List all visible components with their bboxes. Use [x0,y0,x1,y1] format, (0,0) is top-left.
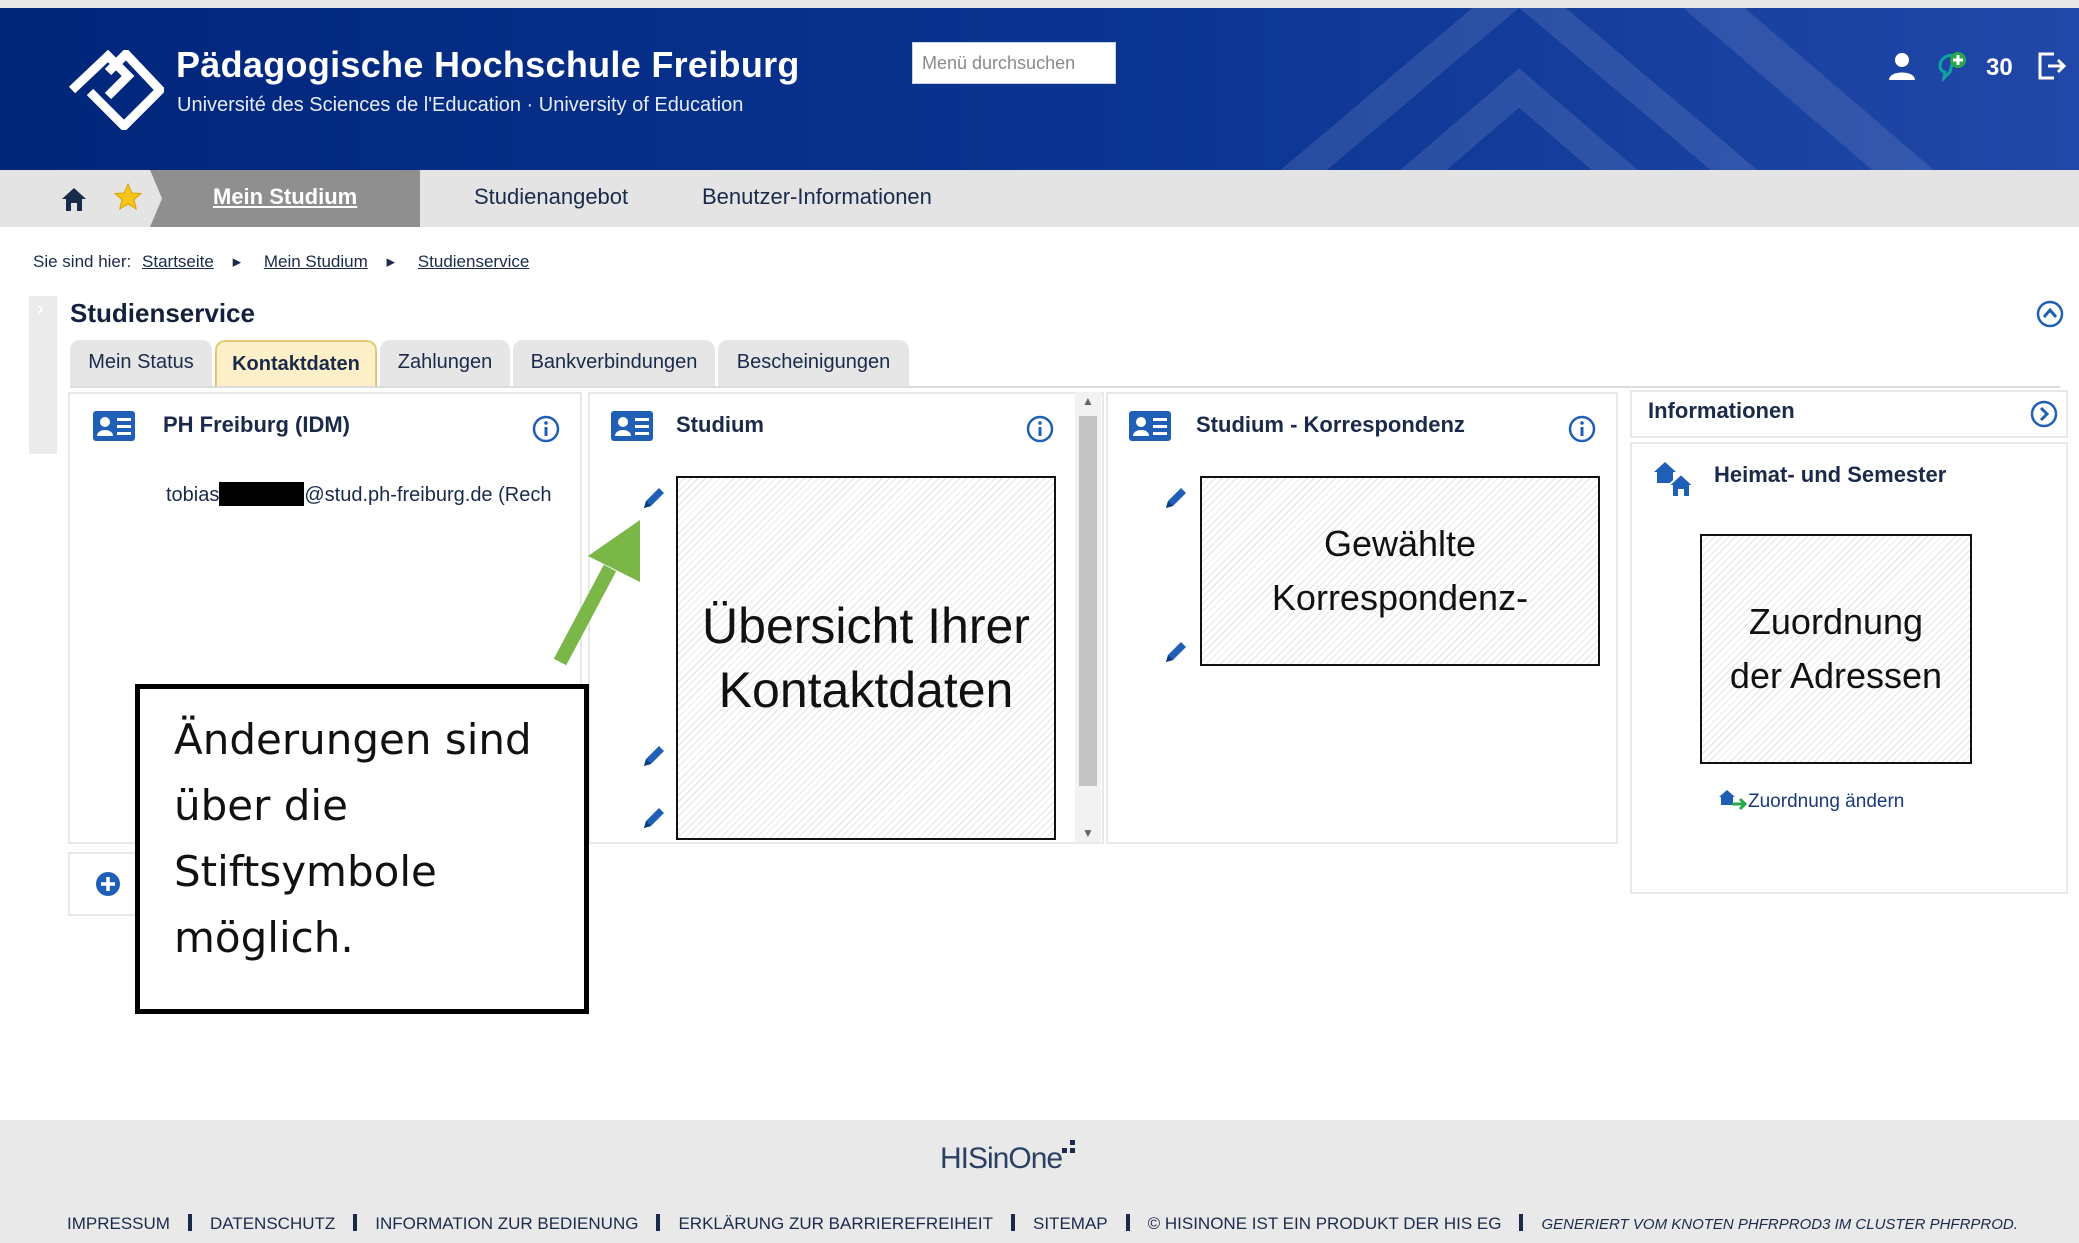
ph-logo-icon[interactable] [68,50,164,130]
contact-card-icon [93,411,135,441]
edit-pencil-icon[interactable] [1162,484,1190,512]
contact-card-icon [611,411,653,441]
nav-item-mein-studium[interactable]: Mein Studium [150,170,420,227]
breadcrumb-studienservice[interactable]: Studienservice [418,252,530,271]
email-prefix: tobias [166,484,220,506]
breadcrumb-startseite[interactable]: Startseite [142,252,214,271]
breadcrumb-separator-icon: ▸ [232,252,242,271]
add-circle-icon[interactable] [94,870,122,898]
contact-card-icon [1129,411,1171,441]
star-icon[interactable] [113,182,143,212]
scrollbar-thumb[interactable] [1079,416,1097,786]
edit-pencil-icon[interactable] [640,484,668,512]
annotation-callout: Änderungen sind über die Stiftsymbole mö… [135,684,589,1014]
breadcrumb-prefix: Sie sind hier: [33,252,132,271]
tab-kontaktdaten[interactable]: Kontaktdaten [215,340,377,386]
card-korrespondenz-title: Studium - Korrespondenz [1196,412,1465,437]
page-title: Studienservice [70,298,255,328]
tab-mein-status[interactable]: Mein Status [70,340,212,386]
person-icon[interactable] [1886,50,1918,82]
nav-item-studienangebot[interactable]: Studienangebot [474,184,628,210]
zuordnung-aendern-link[interactable]: Zuordnung ändern [1748,791,1904,813]
header-decoration [1280,8,1934,170]
footer-separator [1125,1214,1130,1231]
scroll-up-arrow-icon[interactable]: ▲ [1082,394,1094,408]
breadcrumb-mein-studium[interactable]: Mein Studium [264,252,368,271]
hisinone-dots-icon [1062,1140,1075,1153]
info-panel-subtitle: Heimat- und Semester [1714,462,1947,487]
footer-separator [1011,1214,1015,1231]
footer-link-sitemap[interactable]: SITEMAP [1033,1214,1108,1233]
footer-generated-note: GENERIERT VOM KNOTEN PHFRPROD3 IM CLUSTE… [1541,1216,2018,1233]
sidebar-toggle[interactable]: › [29,296,57,454]
footer-separator [1519,1214,1524,1231]
footer-separator [656,1214,661,1231]
tab-bankverbindungen[interactable]: Bankverbindungen [513,340,715,386]
overlay-zuordnung: Zuordnung der Adressen [1700,534,1972,764]
tabs-divider [70,386,2060,388]
main-navigation: Mein Studium Studienangebot Benutzer-Inf… [0,170,2079,227]
site-footer: HISinOne IMPRESSUM DATENSCHUTZ INFORMATION… [0,1120,2079,1243]
footer-links: IMPRESSUM DATENSCHUTZ INFORMATION ZUR BEDI… [67,1214,2018,1234]
footer-link-bedienung[interactable]: INFORMATION ZUR BEDIENUNG [375,1214,638,1233]
assign-houses-icon[interactable] [1718,786,1748,814]
footer-link-his-eg[interactable]: © HISINONE IST EIN PRODUKT DER HIS EG [1148,1214,1502,1233]
site-header: Pädagogische Hochschule Freiburg Univers… [0,8,2079,170]
chat-add-icon[interactable] [1936,50,1968,82]
info-icon[interactable] [532,415,560,443]
card-idm-title: PH Freiburg (IDM) [163,412,350,437]
email-suffix: @stud.ph-freiburg.de (Rech [304,484,552,506]
houses-icon [1654,462,1696,498]
notification-count[interactable]: 30 [1986,54,2013,82]
edit-pencil-icon[interactable] [1162,638,1190,666]
breadcrumb-separator-icon: ▸ [386,252,396,271]
nav-item-benutzer-informationen[interactable]: Benutzer-Informationen [702,184,932,210]
collapse-right-icon[interactable] [2030,400,2058,428]
nav-item-label: Mein Studium [213,184,358,209]
edit-pencil-icon[interactable] [640,804,668,832]
overlay-korrespondenz: Gewählte Korrespondenz- [1200,476,1600,666]
edit-pencil-icon[interactable] [640,742,668,770]
collapse-icon[interactable] [2036,300,2064,328]
university-title: Pädagogische Hochschule Freiburg [176,44,800,85]
university-subtitle: Université des Sciences de l'Education ·… [177,94,744,116]
info-icon[interactable] [1568,415,1596,443]
window-top-strip [0,0,2079,8]
tab-zahlungen[interactable]: Zahlungen [380,340,510,386]
logout-icon[interactable] [2036,50,2068,82]
email-address: tobias @stud.ph-freiburg.de (Rech [166,482,558,507]
footer-separator [353,1214,358,1231]
scroll-down-arrow-icon[interactable]: ▼ [1082,826,1094,840]
breadcrumb: Sie sind hier: Startseite ▸ Mein Studium… [33,252,529,272]
footer-separator [187,1214,192,1231]
redaction-bar [219,482,305,506]
home-icon[interactable] [60,186,88,212]
tab-bescheinigungen[interactable]: Bescheinigungen [718,340,909,386]
annotation-arrow-icon [553,520,640,666]
card-studium-title: Studium [676,412,764,437]
hisinone-logo[interactable]: HISinOne [940,1142,1063,1176]
info-panel-title: Informationen [1648,398,1795,423]
expand-arrow-icon: › [37,298,44,320]
footer-link-datenschutz[interactable]: DATENSCHUTZ [210,1214,335,1233]
card-scrollbar[interactable]: ▲ ▼ [1075,392,1101,842]
info-icon[interactable] [1026,415,1054,443]
menu-search-input[interactable] [912,42,1116,84]
footer-link-barrierefreiheit[interactable]: ERKLÄRUNG ZUR BARRIEREFREIHEIT [678,1214,993,1233]
footer-link-impressum[interactable]: IMPRESSUM [67,1214,170,1233]
overlay-kontaktdaten: Übersicht Ihrer Kontaktdaten [676,476,1056,840]
